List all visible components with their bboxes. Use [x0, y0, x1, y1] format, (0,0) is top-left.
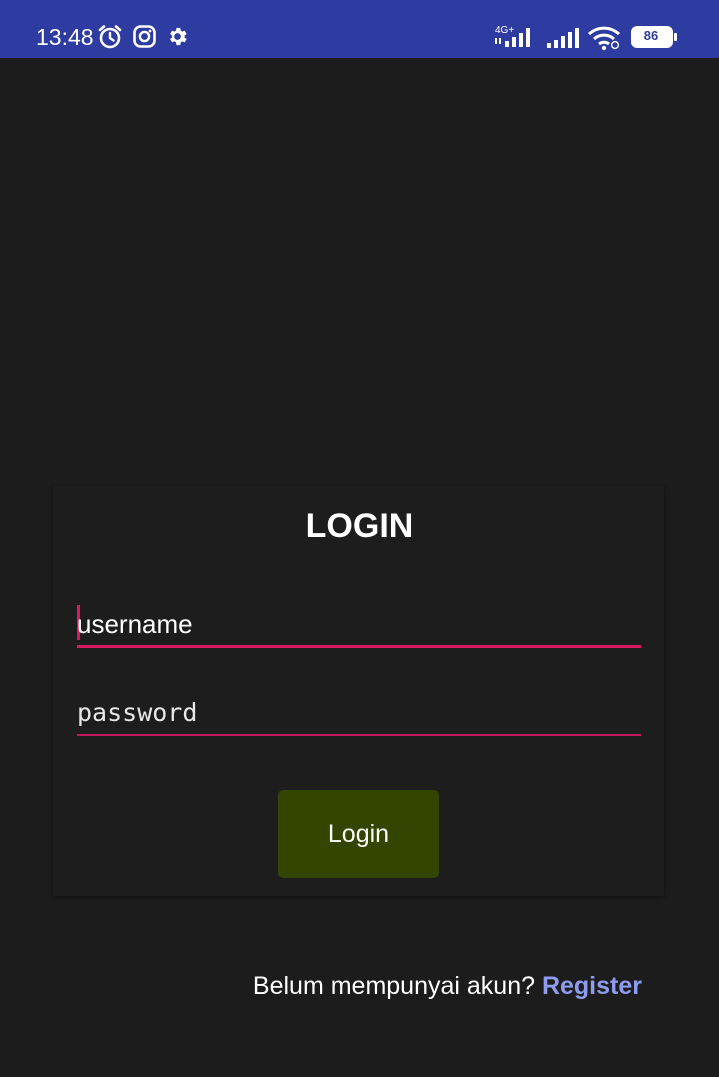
register-link[interactable]: Register	[542, 972, 642, 1000]
password-placeholder: password	[77, 698, 198, 727]
register-prompt-text: Belum mempunyai akun?	[252, 972, 542, 1000]
battery-level: 86	[643, 28, 659, 43]
username-field[interactable]: username	[77, 600, 641, 648]
status-time: 13:48	[36, 24, 94, 50]
username-placeholder: username	[77, 609, 193, 639]
alarm-icon	[97, 24, 123, 55]
register-prompt: Belum mempunyai akun? Register	[253, 970, 642, 1002]
wifi-icon	[587, 25, 623, 56]
instagram-icon	[133, 25, 156, 53]
network-label: 4G+	[495, 25, 514, 36]
gear-icon	[166, 25, 189, 53]
signal-icon	[546, 28, 580, 55]
login-button[interactable]: Login	[278, 790, 439, 878]
status-bar: 13:48 4G+ 86	[0, 0, 719, 58]
signal-icon: 4G+	[494, 24, 540, 55]
login-title: LOGIN	[305, 507, 414, 545]
password-field[interactable]: password	[77, 693, 641, 736]
